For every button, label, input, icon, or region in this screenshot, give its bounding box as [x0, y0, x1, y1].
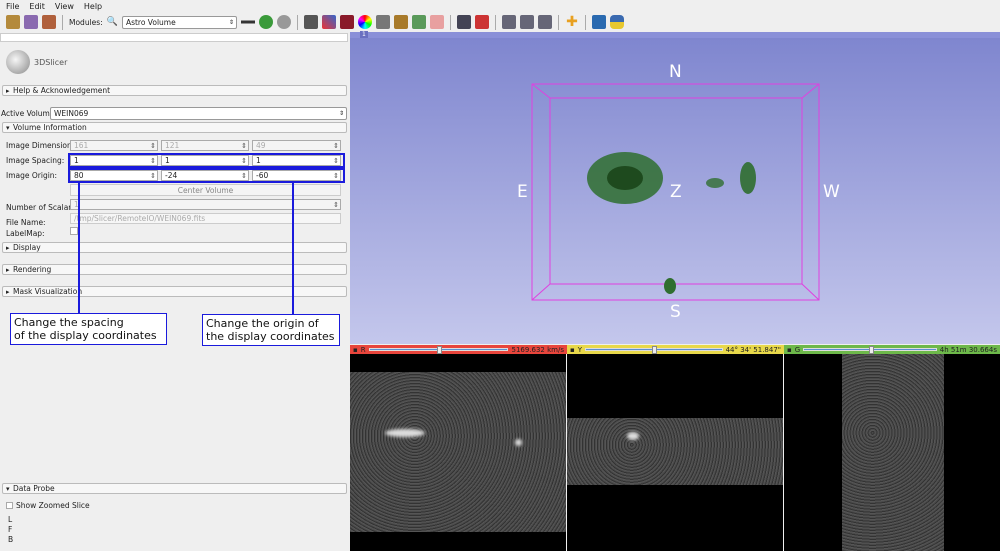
dim-x-field[interactable]: 161	[70, 140, 158, 151]
slice-bar-green: ▪ G 4h 51m 30.664s	[784, 345, 1000, 354]
help-section[interactable]: Help & Acknowledgement	[2, 85, 347, 96]
scalars-field: 1	[70, 199, 341, 210]
module-select[interactable]: Astro Volume ⇕	[121, 15, 237, 29]
number-of-scalars-label: Number of Scalars:	[6, 203, 78, 212]
mask-visualization-section[interactable]: Mask Visualization	[2, 286, 347, 297]
slice-view-red[interactable]	[350, 354, 566, 551]
camera-icon[interactable]	[501, 15, 516, 29]
show-zoomed-checkbox[interactable]	[6, 502, 13, 509]
spacing-note: Change the spacing of the display coordin…	[10, 313, 167, 345]
slice-bar-red: ▪ R 5169.632 km/s	[350, 345, 567, 354]
python-icon[interactable]	[609, 15, 624, 29]
panel-header	[0, 33, 348, 42]
models-icon[interactable]	[375, 15, 390, 29]
origin-note: Change the origin of the display coordina…	[202, 314, 340, 346]
dim-y-field[interactable]: 121	[161, 140, 249, 151]
grid-icon[interactable]	[339, 15, 354, 29]
image-spacing-label: Image Spacing:	[6, 156, 65, 165]
label-w: W	[823, 182, 840, 202]
slice-view-green[interactable]	[784, 354, 1000, 551]
label-z: Z	[670, 182, 682, 202]
view3d-tab[interactable]: 1	[360, 31, 368, 38]
logo-text: 3DSlicer	[34, 58, 68, 67]
active-volume-select[interactable]: WEIN069 ⇕	[50, 107, 347, 120]
slice-offset-green: 4h 51m 30.664s	[939, 345, 997, 354]
slice-offset-red: 5169.632 km/s	[511, 345, 564, 354]
show-zoomed-label: Show Zoomed Slice	[16, 501, 90, 510]
slice-slider-red[interactable]	[368, 346, 509, 354]
fiducial-icon[interactable]	[537, 15, 552, 29]
spacing-highlight	[68, 153, 345, 168]
logo	[6, 50, 30, 74]
probe-b: B	[8, 535, 14, 544]
screenshot-icon[interactable]	[456, 15, 471, 29]
slice-offset-yellow: 44° 34' 51.847"	[725, 345, 781, 354]
dim-z-field[interactable]: 49	[252, 140, 341, 151]
crosshair-icon[interactable]: ✚	[565, 15, 579, 29]
data-probe-section[interactable]: Data Probe	[2, 483, 347, 494]
module-panel: 3DSlicer Help & Acknowledgement Active V…	[0, 32, 350, 551]
labelmap-label: LabelMap:	[6, 229, 45, 238]
3d-view[interactable]: N S E W Z	[350, 38, 1000, 344]
cube-icon[interactable]	[303, 15, 318, 29]
rendering-section[interactable]: Rendering	[2, 264, 347, 275]
label-n: N	[669, 62, 682, 82]
forward-icon[interactable]	[276, 15, 291, 29]
slice-slider-green[interactable]	[803, 346, 937, 354]
pin-icon[interactable]: ▪	[353, 346, 358, 354]
display-section[interactable]: Display	[2, 242, 347, 253]
spacing-pointer-line	[78, 183, 80, 313]
probe-f: F	[8, 525, 13, 534]
editor-icon[interactable]	[429, 15, 444, 29]
label-s: S	[670, 302, 681, 322]
volume-render	[587, 152, 756, 294]
slice-bar-yellow: ▪ Y 44° 34' 51.847"	[567, 345, 784, 354]
save-icon[interactable]	[42, 15, 56, 29]
image-dimensions-label: Image Dimensions:	[6, 141, 79, 150]
volume-information-section[interactable]: Volume Information	[2, 122, 347, 133]
menu-bar: File Edit View Help	[0, 0, 1000, 12]
file-name-label: File Name:	[6, 218, 46, 227]
active-volume-label: Active Volume	[1, 109, 55, 118]
dcm-icon[interactable]	[24, 15, 38, 29]
toolbar: Modules: 🔍 Astro Volume ⇕ ✚	[0, 12, 1000, 32]
search-icon[interactable]: 🔍	[107, 17, 118, 27]
labelmap-checkbox[interactable]	[70, 227, 78, 235]
pin-icon[interactable]: ▪	[787, 346, 792, 354]
modules-label: Modules:	[69, 17, 103, 27]
menu-edit[interactable]: Edit	[29, 2, 45, 11]
file-name-field: /tmp/Slicer/RemoteIO/WEIN069.fits	[70, 213, 341, 224]
links-icon[interactable]	[393, 15, 408, 29]
pin-icon[interactable]: ▪	[570, 346, 575, 354]
menu-file[interactable]: File	[6, 2, 19, 11]
transform-icon[interactable]	[474, 15, 489, 29]
origin-pointer-line	[292, 183, 294, 314]
center-volume-button[interactable]: Center Volume	[70, 184, 341, 196]
back-icon[interactable]	[258, 15, 273, 29]
slice-view-yellow[interactable]	[567, 354, 783, 551]
label-e: E	[517, 182, 528, 202]
markup-icon[interactable]	[321, 15, 336, 29]
data-icon[interactable]	[6, 15, 20, 29]
slice-slider-yellow[interactable]	[585, 346, 723, 354]
table-icon[interactable]	[411, 15, 426, 29]
layout-icon[interactable]	[240, 15, 255, 29]
menu-view[interactable]: View	[55, 2, 74, 11]
probe-l: L	[8, 515, 13, 524]
view-icon[interactable]	[519, 15, 534, 29]
extension-icon[interactable]	[591, 15, 606, 29]
menu-help[interactable]: Help	[84, 2, 102, 11]
colors-icon[interactable]	[357, 15, 372, 29]
image-origin-label: Image Origin:	[6, 171, 58, 180]
origin-highlight	[68, 168, 345, 183]
